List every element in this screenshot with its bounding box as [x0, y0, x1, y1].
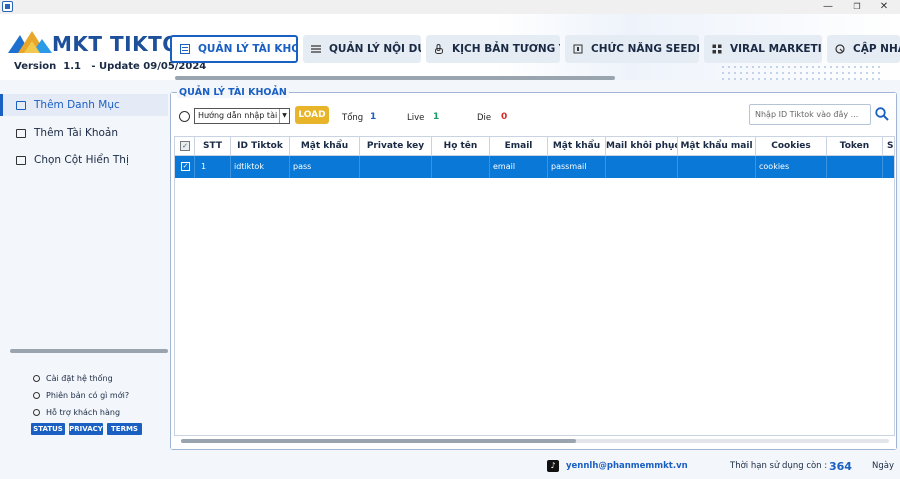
account-panel: Hướng dẫn nhập tài k ▼ LOAD Tổng 1 Live …	[170, 87, 897, 450]
column-header[interactable]: Private key	[360, 137, 432, 156]
sidebar-item-choose-columns[interactable]: Chọn Cột Hiển Thị	[0, 149, 168, 171]
seeding-icon	[573, 44, 583, 54]
monitor-icon	[16, 155, 26, 165]
tab-content-management[interactable]: QUẢN LÝ NỘI DUNG	[303, 35, 421, 63]
die-count: 0	[501, 112, 508, 122]
user-email: yennlh@phanmemmkt.vn	[566, 461, 688, 471]
guide-select[interactable]: Hướng dẫn nhập tài k ▼	[194, 108, 290, 124]
account-add-icon	[16, 128, 26, 138]
total-label: Tổng	[342, 113, 364, 123]
info-icon	[33, 392, 40, 399]
table-cell: email	[490, 156, 548, 178]
tab-interaction-script[interactable]: KỊCH BẢN TƯƠNG TÁC	[426, 35, 560, 63]
table-cell	[827, 156, 883, 178]
panel-title: QUẢN LÝ TÀI KHOẢN	[177, 87, 289, 98]
table-cell: passmail	[548, 156, 606, 178]
column-header[interactable]: Mật khẩu	[548, 137, 606, 156]
table-row[interactable]: ✓ 1 idtiktok pass email passmail cookies	[175, 156, 894, 178]
select-all-header[interactable]: ✓	[175, 137, 195, 156]
column-header[interactable]: Mật khẩu	[290, 137, 360, 156]
tab-viral-marketing[interactable]: VIRAL MARKETING	[704, 35, 822, 63]
search-icon[interactable]	[875, 107, 889, 121]
column-header[interactable]: Token	[827, 137, 883, 156]
column-header[interactable]: ID Tiktok	[231, 137, 290, 156]
table-header: ✓ STT ID Tiktok Mật khẩu Private key Họ …	[175, 137, 894, 156]
panel-body: Hướng dẫn nhập tài k ▼ LOAD Tổng 1 Live …	[171, 93, 896, 449]
minimize-button[interactable]: —	[816, 0, 840, 14]
header: MKT TIKTOK Version 1.1 - Update 09/05/20…	[0, 14, 900, 84]
update-icon	[835, 44, 845, 54]
column-header[interactable]: Mail khôi phục	[606, 137, 678, 156]
sidebar: Thêm Danh Mục Thêm Tài Khoản Chọn Cột Hi…	[0, 80, 170, 450]
folder-add-icon	[16, 100, 26, 110]
live-count: 1	[433, 112, 440, 122]
sidebar-divider	[10, 349, 168, 353]
row-checkbox-cell[interactable]: ✓	[175, 156, 195, 178]
table-cell	[360, 156, 432, 178]
hand-pointer-icon	[434, 44, 444, 54]
account-table: ✓ STT ID Tiktok Mật khẩu Private key Họ …	[174, 136, 895, 436]
expire-unit: Ngày	[872, 461, 894, 471]
expire-days: 364	[829, 460, 852, 473]
column-header[interactable]: Cookies	[756, 137, 827, 156]
app-icon	[2, 1, 13, 12]
link-customer-support[interactable]: Hỗ trợ khách hàng	[33, 408, 120, 417]
tab-account-management[interactable]: QUẢN LÝ TÀI KHOẢN	[170, 35, 298, 63]
account-list-icon	[180, 44, 190, 54]
table-cell: 1	[195, 156, 231, 178]
table-cell: pass	[290, 156, 360, 178]
refresh-icon[interactable]	[179, 111, 190, 122]
list-icon	[311, 44, 321, 54]
status-footer: ♪ yennlh@phanmemmkt.vn Thời hạn sử dụng …	[0, 452, 900, 479]
sidebar-item-add-category[interactable]: Thêm Danh Mục	[0, 94, 168, 116]
table-cell	[678, 156, 756, 178]
table-cell: idtiktok	[231, 156, 290, 178]
scrollbar-thumb[interactable]	[181, 439, 576, 443]
privacy-chip[interactable]: PRIVACY	[69, 423, 103, 435]
support-icon	[33, 409, 40, 416]
close-button[interactable]: ✕	[872, 0, 896, 14]
select-all-checkbox[interactable]: ✓	[180, 141, 190, 151]
mkt-logo-icon	[8, 31, 52, 53]
column-header[interactable]: S	[883, 137, 894, 156]
restore-button[interactable]: ❐	[845, 0, 869, 14]
tab-update[interactable]: CẬP NHẬT	[827, 35, 900, 63]
link-system-settings[interactable]: Cài đặt hệ thống	[33, 374, 113, 383]
tab-seeding[interactable]: CHỨC NĂNG SEEDING	[565, 35, 699, 63]
total-count: 1	[370, 112, 377, 122]
load-button[interactable]: LOAD	[295, 106, 329, 124]
column-header[interactable]: Mật khẩu mail	[678, 137, 756, 156]
decorative-dots	[720, 64, 880, 84]
search-input[interactable]: Nhập ID Tiktok vào đây ...	[749, 104, 871, 125]
table-cell	[883, 156, 894, 178]
row-checkbox[interactable]: ✓	[181, 162, 190, 171]
terms-chip[interactable]: TERMS	[107, 423, 142, 435]
column-header[interactable]: Email	[490, 137, 548, 156]
header-scrollbar[interactable]	[175, 76, 615, 80]
expire-label: Thời hạn sử dụng còn :	[730, 461, 828, 471]
status-chip[interactable]: STATUS	[31, 423, 65, 435]
table-cell	[606, 156, 678, 178]
sidebar-item-add-account[interactable]: Thêm Tài Khoản	[0, 122, 168, 144]
chevron-down-icon: ▼	[279, 109, 289, 123]
table-cell: cookies	[756, 156, 827, 178]
table-cell	[432, 156, 490, 178]
grid-icon	[712, 44, 722, 54]
title-bar: — ❐ ✕	[0, 0, 900, 14]
table-horizontal-scrollbar[interactable]	[181, 439, 889, 443]
die-label: Die	[477, 113, 492, 123]
gear-icon	[33, 375, 40, 382]
tiktok-icon: ♪	[547, 460, 559, 472]
link-whats-new[interactable]: Phiên bản có gì mới?	[33, 391, 129, 400]
column-header[interactable]: Họ tên	[432, 137, 490, 156]
column-header[interactable]: STT	[195, 137, 231, 156]
live-label: Live	[407, 113, 425, 123]
